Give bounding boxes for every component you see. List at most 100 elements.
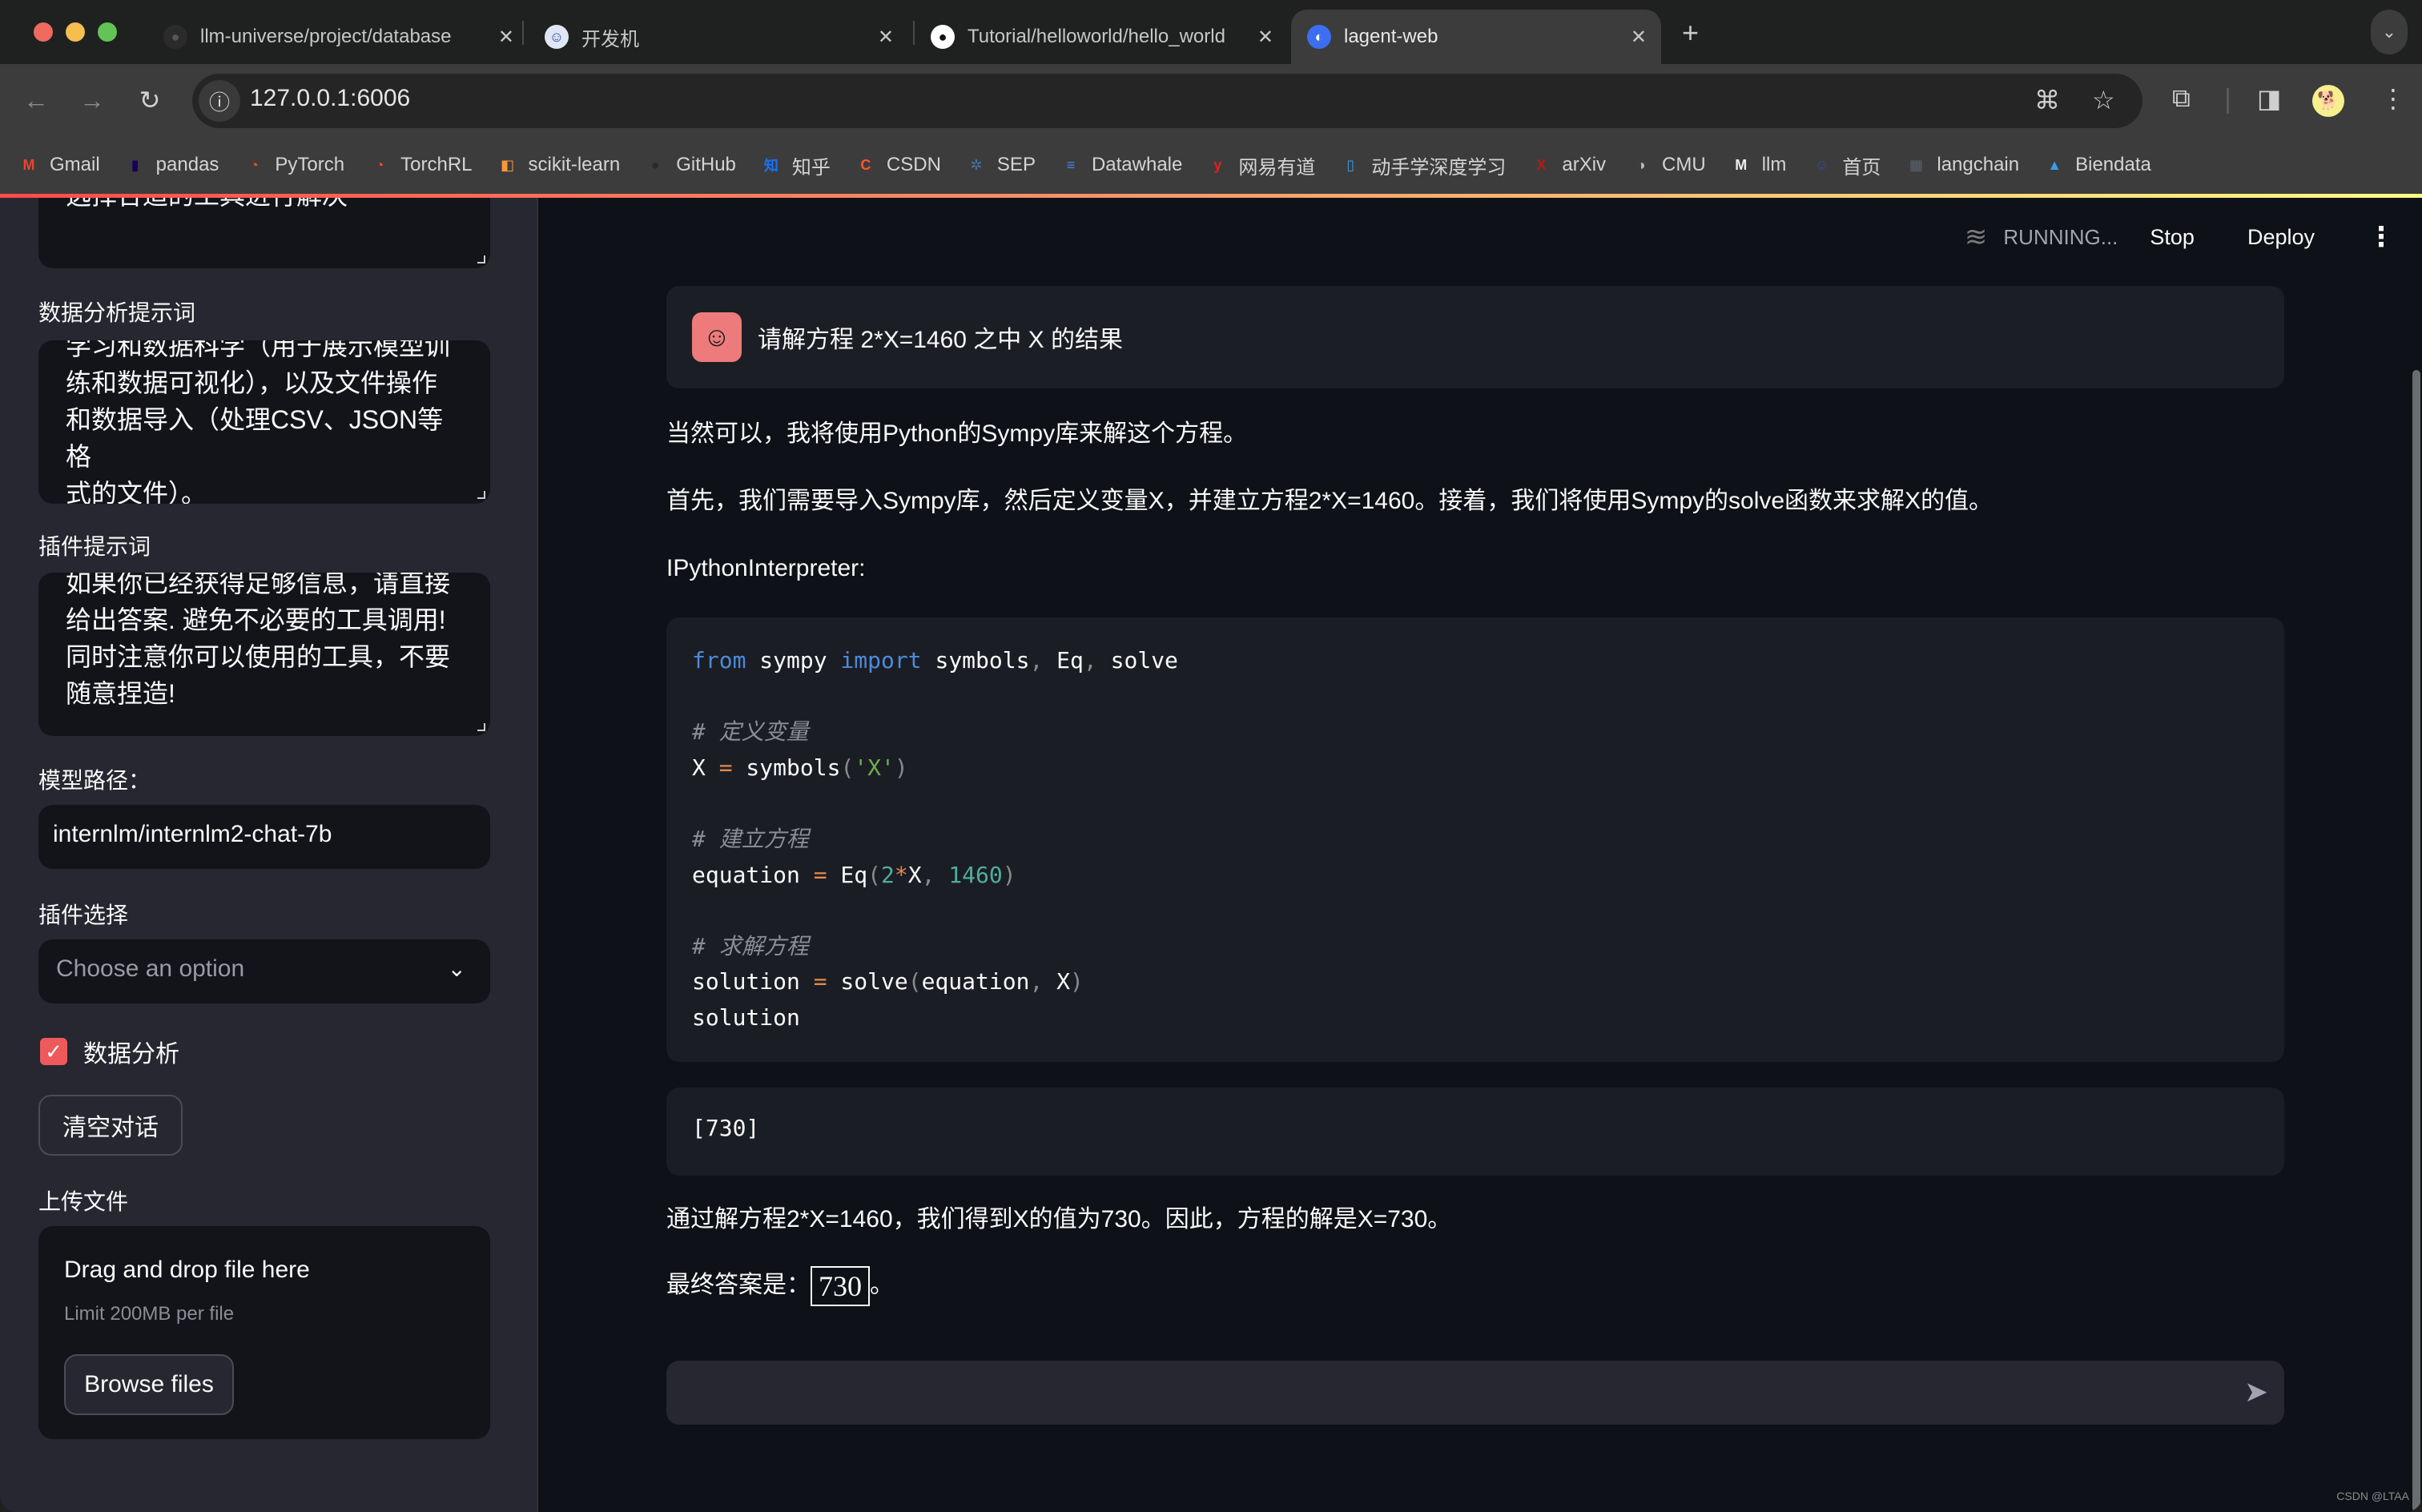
plugin-prompt-label: 插件提示词 [38,534,151,559]
clear-chat-button[interactable]: 清空对话 [38,1095,183,1156]
biendata-icon: ▲ [2047,156,2062,173]
watermark: CSDN @LTAA [2336,1490,2409,1502]
textarea-line: 如果你已经获得足够信息，请直接 [66,573,451,597]
resize-handle-icon[interactable] [477,255,485,263]
check-icon: ✓ [45,1039,62,1064]
bookmark-pandas[interactable]: ▮ pandas [124,154,219,176]
data-analysis-checkbox-row[interactable]: ✓ 数据分析 [40,1034,179,1069]
pandas-icon: ▮ [131,156,139,173]
assistant-paragraph: 首先，我们需要导入Sympy库，然后定义变量X，并建立方程2*X=1460。接着… [666,488,1994,514]
code-line: equation = Eq(2*X, 1460) [692,861,1016,888]
code-line: # 建立方程 [692,825,809,852]
browse-files-button[interactable]: Browse files [64,1354,234,1415]
stop-button[interactable]: Stop [2150,225,2195,250]
tab-search-button[interactable]: ⌄ [2371,10,2408,54]
bookmark-label: Biendata [2075,154,2151,175]
browser-menu-icon[interactable]: ⋮ [2380,83,2406,114]
bookmark--[interactable]: 知知乎 [760,151,831,179]
close-window-button[interactable] [34,22,53,42]
bookmark-github[interactable]: ● GitHub [644,154,736,176]
bookmark-gmail[interactable]: M Gmail [18,154,100,176]
deploy-button[interactable]: Deploy [2247,225,2315,250]
assistant-paragraph: 当然可以，我将使用Python的Sympy库来解这个方程。 [666,420,1248,447]
resize-handle-icon[interactable] [477,491,485,499]
bookmark-torchrl[interactable]: ◔ TorchRL [368,154,473,176]
url-text[interactable]: 127.0.0.1:6006 [250,85,410,112]
translate-icon[interactable]: ⌘ [2034,85,2060,115]
bookmark--[interactable]: ☺ 首页 [1810,151,1881,179]
bookmark-csdn[interactable]: C CSDN [855,154,941,176]
bookmark-label: 动手学深度学习 [1371,156,1507,179]
bookmark-label: 知乎 [791,156,831,179]
data-analysis-checkbox[interactable]: ✓ [40,1038,67,1065]
plugin-select[interactable]: Choose an option ⌄ [38,939,490,1003]
bookmark--[interactable]: ▯ 动手学深度学习 [1339,151,1506,179]
data-prompt-textarea[interactable]: 学习和数据科学（用于展示模型训 练和数据可视化），以及文件操作 和数据导入（处理… [38,340,490,504]
streamlit-app: 选择合适的工具进行解决 数据分析提示词 学习和数据科学（用于展示模型训 练和数据… [0,198,2422,1512]
close-tab-icon[interactable]: ✕ [498,26,514,49]
site-info-button[interactable]: ⓘ [199,80,240,122]
main-menu-icon[interactable]: ⋮ [2368,221,2395,253]
langchain-icon: ▦ [1909,156,1923,173]
profile-avatar[interactable]: 🐕 [2312,85,2344,117]
bookmark-star-icon[interactable]: ☆ [2092,85,2115,115]
chat-input[interactable]: ➤ [666,1361,2284,1425]
bookmark-label: PyTorch [275,154,345,175]
back-button[interactable]: ← [18,82,54,119]
arrow-left-icon: ← [23,85,49,115]
resize-handle-icon[interactable] [477,723,485,731]
model-path-input[interactable]: internlm/internlm2-chat-7b [38,805,490,869]
code-line: solution [692,1003,800,1031]
close-tab-icon[interactable]: ✕ [1257,26,1273,49]
bookmark-llm[interactable]: Mllm [1730,154,1786,176]
bookmark-label: GitHub [676,154,736,175]
bookmark-cmu[interactable]: ◑ CMU [1630,154,1706,176]
sidebar: 选择合适的工具进行解决 数据分析提示词 学习和数据科学（用于展示模型训 练和数据… [0,198,538,1512]
textarea-line: 式的文件）。 [66,479,207,504]
browser-window: ● llm-universe/project/database ✕ ☺ 开发机 … [0,0,2422,1512]
maximize-window-button[interactable] [98,22,117,42]
tab-kaifaji[interactable]: ☺ 开发机 ✕ [532,10,908,64]
bookmark-arxiv[interactable]: XarXiv [1530,154,1606,176]
side-panel-icon[interactable]: ◨ [2257,83,2281,114]
forward-button[interactable]: → [74,82,111,119]
file-dropzone[interactable]: Drag and drop file here Limit 200MB per … [38,1226,490,1439]
bookmark-pytorch[interactable]: ◔ PyTorch [243,154,344,176]
extensions-icon[interactable]: ⧉ [2172,83,2191,114]
code-line: # 求解方程 [692,932,809,959]
data-prompt-label: 数据分析提示词 [38,300,196,325]
main-scrollbar[interactable] [2412,370,2420,1512]
plugin-prompt-textarea[interactable]: 如果你已经获得足够信息，请直接 给出答案. 避免不必要的工具调用! 同时注意你可… [38,573,490,736]
code-line: from sympy import symbols, Eq, solve [692,647,1178,674]
close-tab-icon[interactable]: ✕ [878,26,894,49]
bookmark-datawhale[interactable]: ≡ Datawhale [1060,154,1183,176]
bookmark-scikit-learn[interactable]: ◧ scikit-learn [497,154,621,176]
bookmark-biendata[interactable]: ▲ Biendata [2043,154,2151,176]
bookmark--[interactable]: y 网易有道 [1206,151,1315,179]
system-prompt-textarea[interactable]: 选择合适的工具进行解决 [38,198,490,268]
close-tab-icon[interactable]: ✕ [1631,26,1647,49]
final-answer-prefix: 最终答案是： [666,1271,811,1298]
reload-icon: ↻ [139,86,161,115]
bookmark-label: scikit-learn [528,154,621,175]
minimize-window-button[interactable] [66,22,85,42]
send-icon[interactable]: ➤ [2244,1375,2268,1409]
github-icon: ● [163,25,187,49]
bookmark-sep[interactable]: ✲ SEP [965,154,1036,176]
bookmark-langchain[interactable]: ▦ langchain [1905,154,2019,176]
main-content: ≋ RUNNING... Stop Deploy ⋮ ☺ 请解方程 2*X=14… [538,198,2422,1512]
new-tab-button[interactable]: + [1682,16,1699,50]
reload-button[interactable]: ↻ [131,82,168,119]
chevron-down-icon: ⌄ [2381,22,2397,42]
tab-tutorial[interactable]: ● Tutorial/helloworld/hello_world ✕ [919,10,1288,64]
cmu-icon: ◑ [1636,156,1646,173]
address-bar[interactable]: ⓘ 127.0.0.1:6006 ⌘ ☆ [192,74,2142,128]
bookmark-label: TorchRL [400,154,473,175]
assistant-paragraph: 通过解方程2*X=1460，我们得到X的值为730。因此，方程的解是X=730。 [666,1205,1452,1233]
bookmark-label: langchain [1937,154,2020,175]
tab-llm-universe[interactable]: ● llm-universe/project/database ✕ [152,10,529,64]
tab-title: lagent-web [1344,26,1438,47]
tab-lagent-web[interactable]: ◐ lagent-web ✕ [1291,10,1661,64]
